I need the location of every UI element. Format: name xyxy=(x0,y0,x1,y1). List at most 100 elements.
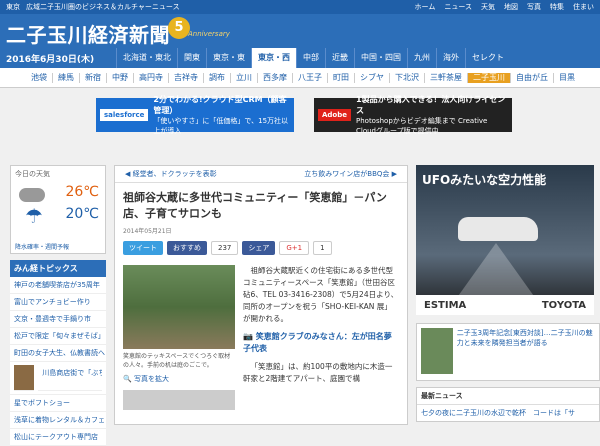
latest-news-panel: 最新ニュース 七夕の夜に二子玉川の水辺で乾杯 コードは「サ xyxy=(416,387,600,422)
station-futakotamagawa[interactable]: 二子玉川 xyxy=(467,72,510,83)
nav-home[interactable]: ホーム xyxy=(415,2,436,12)
photo-caption: 笑恵館のテッキスペースでくつろぐ取材の人々。手前の机は庭のごこで。 xyxy=(123,353,231,369)
umbrella-icon: ☂ xyxy=(25,204,43,228)
temp-high: 26℃ xyxy=(65,184,99,200)
topic-item[interactable]: 神戸の老舗喫茶店が35周年 xyxy=(10,277,106,294)
topic-item[interactable]: 松戸で限定「旬々まぜそば」 xyxy=(10,328,106,345)
article-date: 2014年05月21日 xyxy=(123,228,172,235)
ad-headline: UFOみたいな空力性能 xyxy=(422,173,547,187)
station-nav: 池袋 練馬 新宿 中野 高円寺 吉祥寺 調布 立川 西多摩 八王子 町田 シブヤ… xyxy=(0,68,600,88)
topic-item[interactable]: 星でボフトショー xyxy=(10,395,106,412)
topics-title: みん経トピックス xyxy=(10,260,106,277)
news-item[interactable]: 七夕の夜に二子玉川の水辺で乾杯 コードは「サ xyxy=(417,405,599,421)
station-nishitama[interactable]: 西多摩 xyxy=(257,72,292,83)
nav-photo[interactable]: 写真 xyxy=(527,2,541,12)
topic-item[interactable]: 町田の女子大生、仏教書読へ xyxy=(10,345,106,362)
nav-feature[interactable]: 特集 xyxy=(550,2,564,12)
article-subhead: 📷 笑恵館クラブのみなさん：左が田名夢子代表 xyxy=(243,332,392,353)
nav-news[interactable]: ニュース xyxy=(444,2,472,12)
enlarge-photo-link[interactable]: 🔍 写真を拡大 xyxy=(123,374,235,384)
right-sidebar: UFOみたいな空力性能 ESTIMA TOYOTA 二子玉3周年記念[東西対談]… xyxy=(416,165,600,422)
tweet-button[interactable]: ツイート xyxy=(123,241,163,255)
topic-item[interactable]: 富山でアンチョビー作り xyxy=(10,294,106,311)
article-subnav: ◀ 経堂者、ドクラッテを表彰 立ち飲みワイン店がBBQ会 ▶ xyxy=(115,166,407,183)
station-hachioji[interactable]: 八王子 xyxy=(292,72,327,83)
gplus-count: 1 xyxy=(313,241,332,255)
region-tokyo-west[interactable]: 東京・西 xyxy=(251,48,296,68)
topic-item[interactable]: 文京・豊週寺で手鍋り市 xyxy=(10,311,106,328)
site-logo[interactable]: 二子玉川経済新聞 xyxy=(6,19,170,48)
temp-low: 20℃ xyxy=(65,206,99,222)
weather-title: 今日の天気 xyxy=(15,170,50,178)
latest-news-title: 最新ニュース xyxy=(417,388,599,405)
ad-brand-salesforce: salesforce xyxy=(100,109,149,121)
anniversary-text: Anniversary xyxy=(188,30,230,38)
ad2-body: Photoshopからビデオ編集まで Creative Cloudグループ版で提… xyxy=(356,117,488,135)
station-chofu[interactable]: 調布 xyxy=(203,72,230,83)
station-jiyugaoka[interactable]: 自由が丘 xyxy=(510,72,553,83)
region-kinki[interactable]: 近畿 xyxy=(325,48,354,68)
station-shibuya[interactable]: シブヤ xyxy=(354,72,389,83)
nav-weather[interactable]: 天気 xyxy=(481,2,495,12)
date-region-bar: 2016年6月30日(木) 北海道・東北 関東 東京・東 東京・西 中部 近畿 … xyxy=(0,48,600,68)
station-nakano[interactable]: 中野 xyxy=(106,72,133,83)
topic-item[interactable]: 浅草に着物レンタル＆カフェ xyxy=(10,412,106,429)
fb-like-button[interactable]: おすすめ xyxy=(167,241,207,255)
topic-item[interactable]: 松山にテークアウト専門店 xyxy=(10,429,106,446)
car-image xyxy=(458,217,538,241)
station-koenji[interactable]: 高円寺 xyxy=(133,72,168,83)
top-bar: 東京 広域二子玉川圏のビジネス＆カルチャーニュース ホーム ニュース 天気 地図… xyxy=(0,0,600,14)
banner-ads: salesforce 2分でわかる!クラウド型CRM（顧客管理） 「使いやすさ」… xyxy=(96,95,512,135)
next-article-link[interactable]: 立ち飲みワイン店がBBQ会 ▶ xyxy=(304,169,397,179)
article-panel: ◀ 経堂者、ドクラッテを表彰 立ち飲みワイン店がBBQ会 ▶ 祖師谷大蔵に多世代… xyxy=(114,165,408,425)
topic-thumbnail xyxy=(14,365,35,391)
ad-brand: TOYOTA xyxy=(541,299,586,311)
ad-adobe[interactable]: Adobe 1製品から購入できる！法人向けライセンス Photoshopからビデ… xyxy=(314,95,512,135)
topbar-city[interactable]: 東京 xyxy=(6,2,20,12)
region-chugoku-shikoku[interactable]: 中国・四国 xyxy=(354,48,407,68)
station-shinjuku[interactable]: 新宿 xyxy=(79,72,106,83)
left-sidebar: 今日の天気 ☂ 26℃ 20℃ 降水確率・週間予報 みん経トピックス 神戸の老舗… xyxy=(10,165,106,446)
toyota-ad[interactable]: UFOみたいな空力性能 ESTIMA TOYOTA xyxy=(416,165,594,315)
rain-forecast-link[interactable]: 降水確率・週間予報 xyxy=(11,240,105,253)
article-photo[interactable] xyxy=(123,265,235,349)
feature-thumbnail xyxy=(421,328,453,374)
region-kyushu[interactable]: 九州 xyxy=(407,48,436,68)
ad-salesforce[interactable]: salesforce 2分でわかる!クラウド型CRM（顧客管理） 「使いやすさ」… xyxy=(96,95,294,135)
article-paragraph: 祖師谷大蔵駅近くの住宅街にある多世代型コミュニティースペース「笑恵館」（世田谷区… xyxy=(243,266,399,323)
article-paragraph: 「笑恵館」は、約100平の敷地内に木造一軒家と2階建てアパート、庭園で構 xyxy=(243,362,393,383)
station-nerima[interactable]: 練馬 xyxy=(52,72,79,83)
fb-share-button[interactable]: シェア xyxy=(242,241,276,255)
region-kanto[interactable]: 関東 xyxy=(177,48,206,68)
light-beam xyxy=(456,243,536,299)
gplus-button[interactable]: G+1 xyxy=(279,241,310,255)
station-sangenjaya[interactable]: 三軒茶屋 xyxy=(424,72,467,83)
station-meguro[interactable]: 目黒 xyxy=(553,72,580,83)
region-overseas[interactable]: 海外 xyxy=(436,48,465,68)
cloud-icon xyxy=(19,188,45,202)
current-date: 2016年6月30日(木) xyxy=(6,54,95,65)
region-select[interactable]: セレクト xyxy=(465,48,510,68)
map-thumbnail[interactable] xyxy=(123,390,235,410)
station-kichijoji[interactable]: 吉祥寺 xyxy=(168,72,203,83)
station-ikebukuro[interactable]: 池袋 xyxy=(26,73,52,83)
prev-article-link[interactable]: ◀ 経堂者、ドクラッテを表彰 xyxy=(125,169,217,179)
region-hokkaido-tohoku[interactable]: 北海道・東北 xyxy=(116,48,177,68)
article-body: 祖師谷大蔵駅近くの住宅街にある多世代型コミュニティースペース「笑恵館」（世田谷区… xyxy=(243,265,399,410)
region-tokyo-east[interactable]: 東京・東 xyxy=(206,48,251,68)
topic-item-with-image[interactable]: 川島商店街で「ぶち無農餅」 xyxy=(10,362,106,395)
region-nav: 北海道・東北 関東 東京・東 東京・西 中部 近畿 中国・四国 九州 海外 セレ… xyxy=(116,48,510,68)
topbar-tagline: 広域二子玉川圏のビジネス＆カルチャーニュース xyxy=(26,3,180,11)
site-header: 二子玉川経済新聞 5 Anniversary xyxy=(0,14,600,48)
ad1-headline: 2分でわかる!クラウド型CRM（顧客管理） xyxy=(153,95,287,115)
station-machida[interactable]: 町田 xyxy=(327,72,354,83)
anniversary-badge: 5 xyxy=(168,17,190,39)
region-chubu[interactable]: 中部 xyxy=(296,48,325,68)
nav-housing[interactable]: 住まい xyxy=(573,2,594,12)
fb-like-count: 237 xyxy=(211,241,239,255)
topics-list: 神戸の老舗喫茶店が35周年 富山でアンチョビー作り 文京・豊週寺で手鍋り市 松戸… xyxy=(10,277,106,446)
nav-map[interactable]: 地図 xyxy=(504,2,518,12)
station-tachikawa[interactable]: 立川 xyxy=(230,72,257,83)
feature-item[interactable]: 二子玉3周年記念[東西対談]…二子玉川の魅力と未来を隣発担当者が語る xyxy=(416,323,600,381)
station-shimokitazawa[interactable]: 下北沢 xyxy=(389,72,424,83)
